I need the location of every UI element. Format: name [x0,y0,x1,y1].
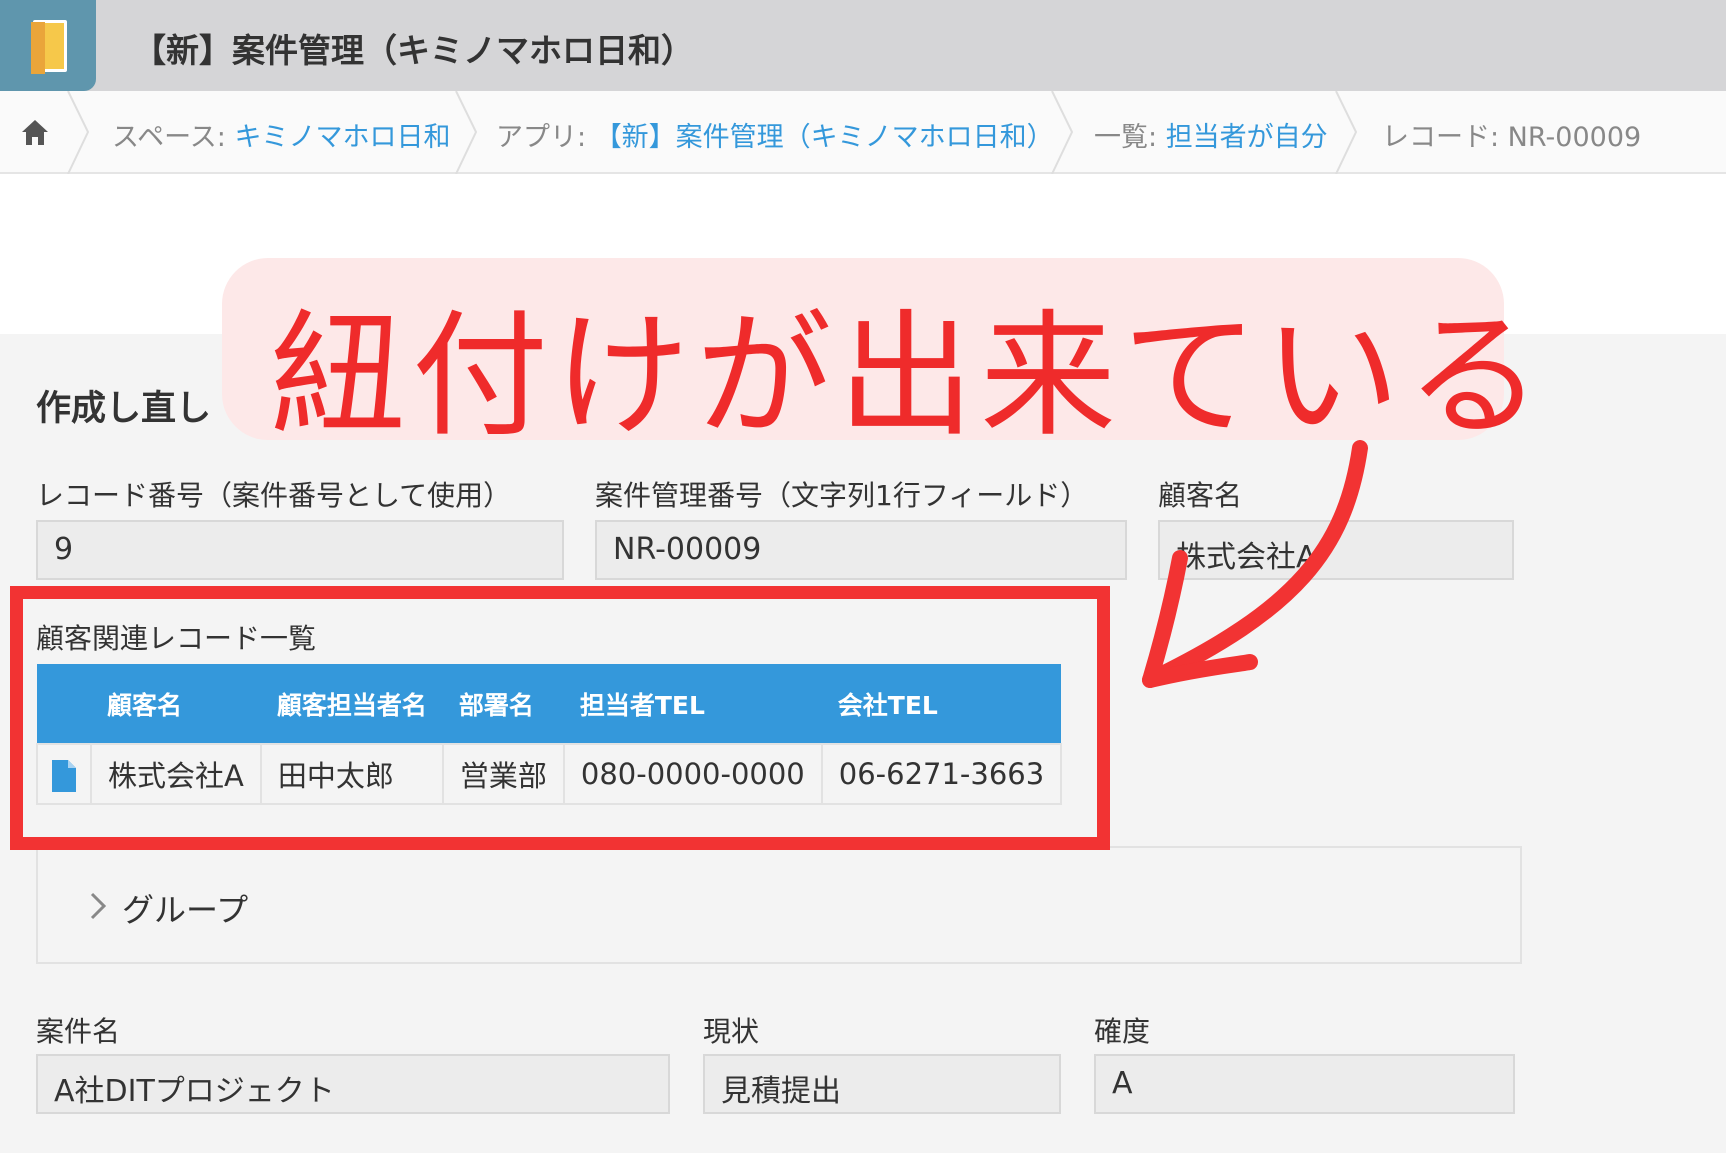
breadcrumb-space-link[interactable]: キミノマホロ日和 [234,122,450,153]
breadcrumb-app: アプリ: 【新】案件管理（キミノマホロ日和） [496,115,1054,154]
home-icon[interactable] [20,117,50,147]
group-label[interactable]: グループ [122,885,248,931]
annotation-highlight-box [10,586,1110,850]
annotation-text: 紐付けが出来ている [270,298,1548,456]
group-section[interactable]: グループ [36,846,1522,964]
breadcrumb-space-label: スペース: [112,122,235,153]
kintone-record-page: 【新】案件管理（キミノマホロ日和） スペース: キミノマホロ日和 アプリ: 【新… [0,0,1726,1153]
breadcrumb-view: 一覧: 担当者が自分 [1094,115,1328,154]
case-number-field: NR-00009 [595,520,1127,580]
app-icon[interactable] [0,0,96,91]
case-name-label: 案件名 [36,1015,121,1048]
case-number-label: 案件管理番号（文字列1行フィールド） [595,479,1089,512]
app-title: 【新】案件管理（キミノマホロ日和） [133,31,694,70]
breadcrumb-view-link[interactable]: 担当者が自分 [1166,122,1328,153]
breadcrumb-separator [1051,91,1074,174]
breadcrumb-record: レコード: NR-00009 [1382,122,1642,153]
status-field: 見積提出 [703,1054,1061,1114]
record-number-field: 9 [36,520,564,580]
breadcrumb-app-label: アプリ: [496,122,595,153]
certainty-field: A [1094,1054,1515,1114]
breadcrumb-separator [1335,91,1358,174]
breadcrumb-separator [455,91,478,174]
title-bar: 【新】案件管理（キミノマホロ日和） [0,0,1726,91]
annotation-arrow-icon [1142,440,1368,688]
form-title: 作成し直し [36,389,212,429]
breadcrumb-space: スペース: キミノマホロ日和 [112,115,450,154]
status-label: 現状 [703,1015,760,1048]
door-shade [31,22,45,74]
case-name-field: A社DITプロジェクト [36,1054,670,1114]
breadcrumb: スペース: キミノマホロ日和 アプリ: 【新】案件管理（キミノマホロ日和） 一覧… [0,91,1726,174]
breadcrumb-separator [67,91,90,174]
breadcrumb-app-link[interactable]: 【新】案件管理（キミノマホロ日和） [595,122,1054,153]
certainty-label: 確度 [1094,1015,1151,1048]
chevron-right-icon[interactable] [86,888,110,924]
record-number-label: レコード番号（案件番号として使用） [36,479,512,512]
breadcrumb-view-label: 一覧: [1094,122,1166,153]
